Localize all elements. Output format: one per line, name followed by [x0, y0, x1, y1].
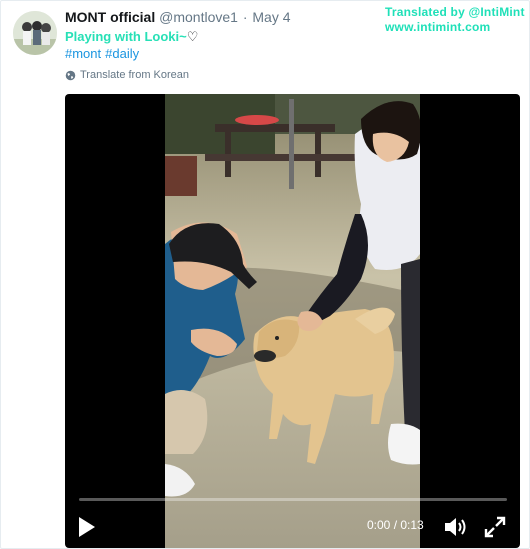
fullscreen-button[interactable]	[482, 514, 508, 540]
globe-icon	[65, 70, 76, 80]
video-time: 0:00 / 0:13	[367, 518, 424, 532]
hashtag-list: #mont #daily	[65, 46, 143, 61]
watermark-line-1: Translated by @IntiMint	[385, 5, 525, 19]
translate-link[interactable]: Translate from Korean	[65, 69, 189, 81]
translator-watermark: Translated by @IntiMint www.intimint.com	[385, 5, 525, 35]
avatar-image	[13, 11, 57, 55]
author-name[interactable]: MONT official	[65, 9, 155, 25]
avatar[interactable]	[13, 11, 57, 55]
volume-button[interactable]	[442, 514, 468, 540]
separator: ·	[242, 9, 248, 25]
author-handle[interactable]: @montlove1	[159, 9, 238, 25]
tweet-text-main: Playing with Looki~	[65, 29, 187, 44]
fullscreen-icon	[484, 516, 506, 538]
hashtag-link[interactable]: #mont	[65, 46, 101, 61]
play-icon	[79, 517, 95, 537]
tweet-date[interactable]: May 4	[252, 9, 290, 25]
watermark-line-2: www.intimint.com	[385, 20, 491, 34]
video-still	[165, 94, 420, 548]
video-player[interactable]: 0:00 / 0:13	[65, 94, 520, 548]
tweet-card: MONT official @montlove1 · May 4 Transla…	[0, 0, 530, 549]
hashtag-link[interactable]: #daily	[105, 46, 139, 61]
translate-label: Translate from Korean	[80, 69, 190, 81]
tweet-text-heart: ♡	[186, 29, 199, 44]
tweet-text: Playing with Looki~♡	[65, 28, 198, 45]
play-button[interactable]	[73, 514, 99, 540]
volume-icon	[445, 518, 466, 536]
video-frame	[165, 94, 420, 548]
video-progress-bar[interactable]	[79, 498, 507, 501]
tweet-header: MONT official @montlove1 · May 4	[65, 9, 291, 25]
